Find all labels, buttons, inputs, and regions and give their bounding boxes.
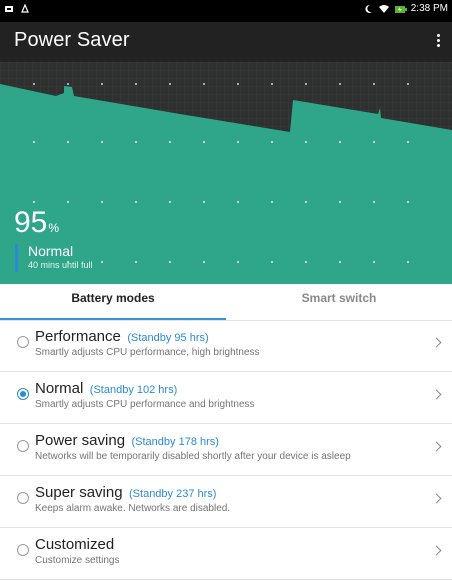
wifi-icon bbox=[378, 4, 389, 14]
radio-button-selected[interactable] bbox=[17, 388, 29, 400]
mode-standby: (Standby 178 hrs) bbox=[131, 436, 219, 448]
chevron-right-icon bbox=[431, 545, 442, 556]
mode-standby: (Standby 95 hrs) bbox=[127, 332, 209, 344]
battery-mode-list: Performance (Standby 95 hrs) Smartly adj… bbox=[0, 320, 452, 580]
status-time: 2:38 PM bbox=[410, 3, 448, 14]
mode-description: Customize settings bbox=[35, 555, 120, 566]
mode-row-normal[interactable]: Normal (Standby 102 hrs) Smartly adjusts… bbox=[0, 372, 452, 424]
tab-battery-modes[interactable]: Battery modes bbox=[0, 284, 226, 320]
radio-button[interactable] bbox=[17, 336, 29, 348]
battery-percent-unit: % bbox=[48, 221, 60, 235]
radio-button[interactable] bbox=[17, 492, 29, 504]
mode-standby: (Standby 237 hrs) bbox=[129, 488, 217, 500]
mode-description: Keeps alarm awake. Networks are disabled… bbox=[35, 503, 231, 514]
mode-title: Customized bbox=[35, 536, 116, 554]
battery-usage-graph: 95% Normal 40 mins until full bbox=[0, 62, 452, 284]
moon-icon bbox=[363, 4, 373, 14]
mode-title: Normal (Standby 102 hrs) bbox=[35, 380, 177, 398]
chevron-right-icon bbox=[431, 337, 442, 348]
mode-name: Customized bbox=[35, 536, 115, 553]
mode-description: Networks will be temporarily disabled sh… bbox=[35, 451, 351, 462]
battery-percent: 95% bbox=[14, 208, 59, 238]
mode-description: Smartly adjusts CPU performance and brig… bbox=[35, 399, 255, 410]
mode-title: Performance (Standby 95 hrs) bbox=[35, 328, 209, 346]
notification-icon bbox=[20, 3, 30, 14]
radio-button[interactable] bbox=[17, 544, 29, 556]
battery-percent-value: 95 bbox=[14, 206, 48, 239]
time-to-full: 40 mins until full bbox=[28, 260, 93, 270]
current-mode-name: Normal bbox=[28, 243, 74, 259]
screenshot-icon bbox=[4, 4, 14, 14]
mode-row-performance[interactable]: Performance (Standby 95 hrs) Smartly adj… bbox=[0, 320, 452, 372]
chevron-right-icon bbox=[431, 441, 442, 452]
battery-charging-icon bbox=[394, 4, 407, 14]
chevron-right-icon bbox=[431, 493, 442, 504]
mode-title: Super saving (Standby 237 hrs) bbox=[35, 484, 216, 502]
page-title: Power Saver bbox=[14, 29, 130, 51]
tab-bar: Battery modes Smart switch bbox=[0, 284, 452, 321]
mode-name: Normal bbox=[35, 380, 84, 397]
radio-button[interactable] bbox=[17, 440, 29, 452]
mode-name: Power saving bbox=[35, 432, 126, 449]
mode-row-power-saving[interactable]: Power saving (Standby 178 hrs) Networks … bbox=[0, 424, 452, 476]
tab-smart-switch[interactable]: Smart switch bbox=[226, 284, 452, 318]
mode-description: Smartly adjusts CPU performance, high br… bbox=[35, 347, 260, 358]
app-bar: Power Saver bbox=[0, 22, 452, 62]
mode-name: Super saving bbox=[35, 484, 123, 501]
current-mode-box: Normal 40 mins until full bbox=[15, 244, 93, 272]
mode-standby: (Standby 102 hrs) bbox=[89, 384, 178, 396]
mode-row-super-saving[interactable]: Super saving (Standby 237 hrs) Keeps ala… bbox=[0, 476, 452, 528]
chevron-right-icon bbox=[431, 389, 442, 400]
mode-row-customized[interactable]: Customized Customize settings bbox=[0, 528, 452, 580]
mode-name: Performance bbox=[35, 328, 121, 345]
mode-title: Power saving (Standby 178 hrs) bbox=[35, 432, 219, 450]
overflow-menu-icon[interactable] bbox=[436, 32, 440, 50]
status-bar: 2:38 PM bbox=[0, 0, 452, 22]
